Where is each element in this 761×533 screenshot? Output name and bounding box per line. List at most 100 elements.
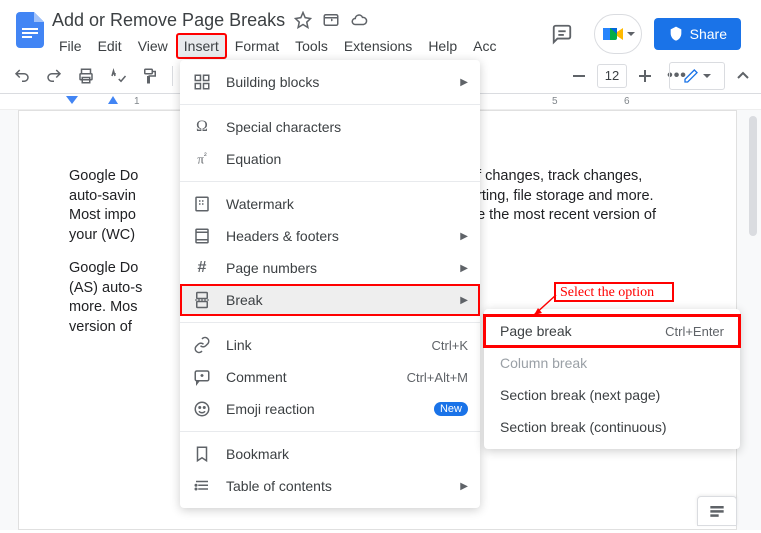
menu-edit[interactable]: Edit <box>91 34 129 58</box>
break-icon <box>192 290 212 310</box>
submenu-item-section-break-next-page-[interactable]: Section break (next page) <box>484 379 740 411</box>
menu-item-link[interactable]: Link Ctrl+K <box>180 329 480 361</box>
scrollbar-thumb[interactable] <box>749 116 757 236</box>
menu-item-label: Table of contents <box>226 478 446 494</box>
title-area: Add or Remove Page Breaks File Edit View… <box>52 8 542 58</box>
menu-item-label: Link <box>226 337 418 353</box>
menu-help[interactable]: Help <box>421 34 464 58</box>
menu-accessibility[interactable]: Acc <box>466 34 503 58</box>
ruler-tick: 5 <box>552 96 558 107</box>
menu-item-page-numbers[interactable]: #Page numbers▶ <box>180 252 480 284</box>
font-size-input[interactable]: 12 <box>597 64 627 88</box>
submenu-arrow-icon: ▶ <box>460 77 468 88</box>
menu-insert[interactable]: Insert <box>177 34 226 58</box>
explore-button[interactable] <box>697 496 737 526</box>
menu-item-label: Special characters <box>226 119 468 135</box>
menu-item-bookmark[interactable]: Bookmark <box>180 438 480 470</box>
star-icon[interactable] <box>293 10 313 30</box>
share-label: Share <box>690 26 727 42</box>
comments-button[interactable] <box>542 14 582 54</box>
insert-menu-panel: Building blocks ▶ Ω Special characters π²Equ… <box>180 60 480 508</box>
menu-item-label: Emoji reaction <box>226 401 420 417</box>
font-size-increase[interactable] <box>631 62 659 90</box>
menu-divider <box>180 431 480 432</box>
menu-divider <box>180 181 480 182</box>
submenu-arrow-icon: ▶ <box>460 481 468 492</box>
annotation-arrow <box>530 291 560 321</box>
move-icon[interactable] <box>321 10 341 30</box>
submenu-item-section-break-continuous-[interactable]: Section break (continuous) <box>484 411 740 443</box>
menu-file[interactable]: File <box>52 34 89 58</box>
first-line-indent-marker[interactable] <box>108 96 118 106</box>
redo-button[interactable] <box>40 62 68 90</box>
page-numbers-icon: # <box>192 258 212 278</box>
submenu-item-page-break[interactable]: Page breakCtrl+Enter <box>484 315 740 347</box>
building-blocks-icon <box>192 72 212 92</box>
omega-icon: Ω <box>192 117 212 137</box>
undo-button[interactable] <box>8 62 36 90</box>
menu-shortcut: Ctrl+Alt+M <box>407 370 468 385</box>
share-button[interactable]: Share <box>654 18 741 50</box>
submenu-arrow-icon: ▶ <box>460 295 468 306</box>
watermark-icon <box>192 194 212 214</box>
menu-item-headers-footers[interactable]: Headers & footers▶ <box>180 220 480 252</box>
cloud-icon[interactable] <box>349 10 369 30</box>
new-badge: New <box>434 402 468 416</box>
menu-divider <box>180 322 480 323</box>
ruler-tick: 1 <box>134 96 140 107</box>
toolbar-separator <box>172 66 173 86</box>
text-fragment: of changes, track changes, <box>469 167 656 187</box>
menu-item-table-of-contents[interactable]: Table of contents ▶ <box>180 470 480 502</box>
font-size-decrease[interactable] <box>565 62 593 90</box>
menu-item-special-characters[interactable]: Ω Special characters <box>180 111 480 143</box>
submenu-shortcut: Ctrl+Enter <box>665 324 724 339</box>
menu-item-equation[interactable]: π²Equation <box>180 143 480 175</box>
submenu-item-label: Section break (continuous) <box>500 419 667 435</box>
submenu-arrow-icon: ▶ <box>460 263 468 274</box>
collapse-toolbar-button[interactable] <box>729 62 757 90</box>
text-fragment: orting, file storage and more. <box>469 187 656 207</box>
menu-divider <box>180 104 480 105</box>
vertical-scrollbar[interactable] <box>745 110 757 530</box>
menu-item-break[interactable]: Break ▶ <box>180 284 480 316</box>
emoji-icon <box>192 399 212 419</box>
menu-item-label: Bookmark <box>226 446 468 462</box>
menu-view[interactable]: View <box>131 34 175 58</box>
menu-item-label: Break <box>226 292 446 308</box>
left-indent-marker[interactable] <box>66 96 78 108</box>
menu-item-label: Comment <box>226 369 393 385</box>
menubar: File Edit View Insert Format Tools Exten… <box>52 34 542 58</box>
submenu-item-column-break: Column break <box>484 347 740 379</box>
ruler-tick: 6 <box>624 96 630 107</box>
menu-shortcut: Ctrl+K <box>432 338 468 353</box>
paint-format-button[interactable] <box>136 62 164 90</box>
toc-icon <box>192 476 212 496</box>
annotation-box <box>554 282 674 302</box>
header: Add or Remove Page Breaks File Edit View… <box>0 0 761 58</box>
menu-item-label: Building blocks <box>226 74 446 90</box>
menu-extensions[interactable]: Extensions <box>337 34 419 58</box>
header-right: Share <box>542 14 749 54</box>
menu-item-watermark[interactable]: Watermark <box>180 188 480 220</box>
menu-item-comment[interactable]: Comment Ctrl+Alt+M <box>180 361 480 393</box>
menu-format[interactable]: Format <box>228 34 286 58</box>
menu-tools[interactable]: Tools <box>288 34 335 58</box>
spellcheck-button[interactable] <box>104 62 132 90</box>
menu-item-building-blocks[interactable]: Building blocks ▶ <box>180 66 480 98</box>
document-title[interactable]: Add or Remove Page Breaks <box>52 10 285 31</box>
menu-item-label: Equation <box>226 151 468 167</box>
document-text-right[interactable]: of changes, track changes, orting, file … <box>469 167 656 226</box>
menu-item-emoji-reaction[interactable]: Emoji reaction New <box>180 393 480 425</box>
headers-footers-icon <box>192 226 212 246</box>
comment-icon <box>192 367 212 387</box>
submenu-item-label: Column break <box>500 355 587 371</box>
link-icon <box>192 335 212 355</box>
menu-item-label: Watermark <box>226 196 468 212</box>
docs-logo[interactable] <box>12 12 48 48</box>
text-fragment: ee the most recent version of <box>469 206 656 226</box>
submenu-arrow-icon: ▶ <box>460 231 468 242</box>
break-submenu-panel: Page breakCtrl+Enter Column break Section … <box>484 309 740 449</box>
editing-mode-button[interactable] <box>669 62 725 90</box>
print-button[interactable] <box>72 62 100 90</box>
meet-button[interactable] <box>594 14 642 54</box>
